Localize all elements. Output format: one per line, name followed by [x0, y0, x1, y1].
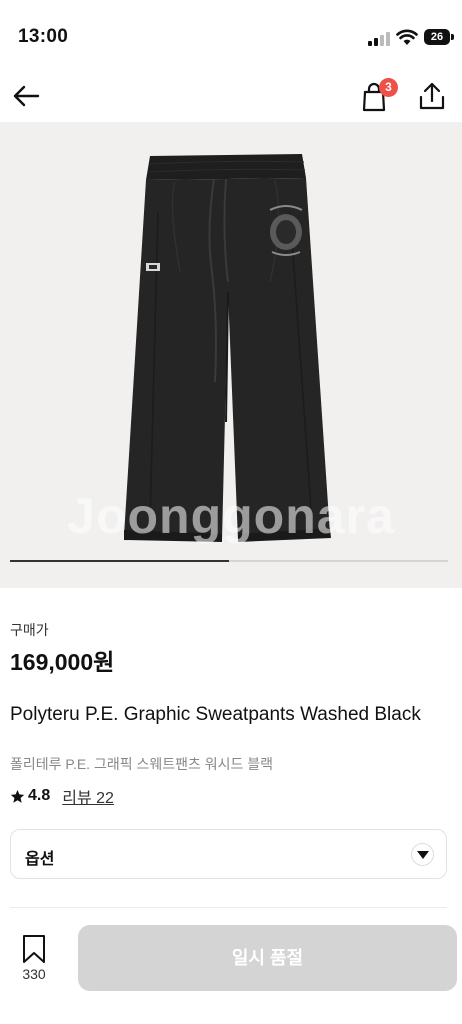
option-label: 옵션 — [25, 851, 55, 868]
status-time: 13:00 — [18, 26, 69, 47]
bottom-divider — [10, 907, 447, 908]
gallery-progress — [10, 560, 448, 562]
cart-button[interactable]: 3 — [358, 78, 398, 114]
rating-row: 4.8 리뷰 22 — [10, 784, 114, 808]
status-bar: 13:00 26 — [0, 0, 462, 72]
chevron-down-icon — [411, 843, 434, 866]
watermark: Joonggonara — [67, 488, 395, 544]
star-icon — [10, 789, 25, 803]
wishlist-count: 330 — [22, 966, 46, 982]
cart-count-badge: 3 — [379, 78, 398, 97]
product-title: Polyteru P.E. Graphic Sweatpants Washed … — [10, 704, 421, 725]
gallery-progress-fill — [10, 560, 229, 562]
back-arrow-icon — [13, 85, 40, 107]
product-image-gallery[interactable]: Joonggonara — [0, 122, 462, 588]
rating-value: 4.8 — [28, 787, 51, 804]
product-title-korean: 폴리테루 P.E. 그래픽 스웨트팬츠 워시드 블랙 — [10, 756, 274, 772]
price: 169,000원 — [10, 649, 115, 675]
sold-out-button[interactable]: 일시 품절 — [78, 925, 457, 991]
option-select[interactable]: 옵션 — [10, 829, 447, 879]
cellular-signal-icon — [368, 32, 390, 46]
share-button[interactable] — [414, 78, 450, 114]
price-label: 구매가 — [10, 622, 49, 638]
top-nav-bar: 3 — [0, 72, 462, 122]
wishlist-button[interactable]: 330 — [10, 928, 58, 984]
battery-level: 26 — [430, 31, 444, 43]
wifi-icon — [396, 28, 418, 46]
battery-icon: 26 — [424, 29, 454, 45]
back-button[interactable] — [8, 78, 44, 114]
review-link[interactable]: 리뷰 22 — [62, 784, 114, 808]
bookmark-icon — [23, 935, 45, 963]
share-icon — [419, 82, 445, 110]
